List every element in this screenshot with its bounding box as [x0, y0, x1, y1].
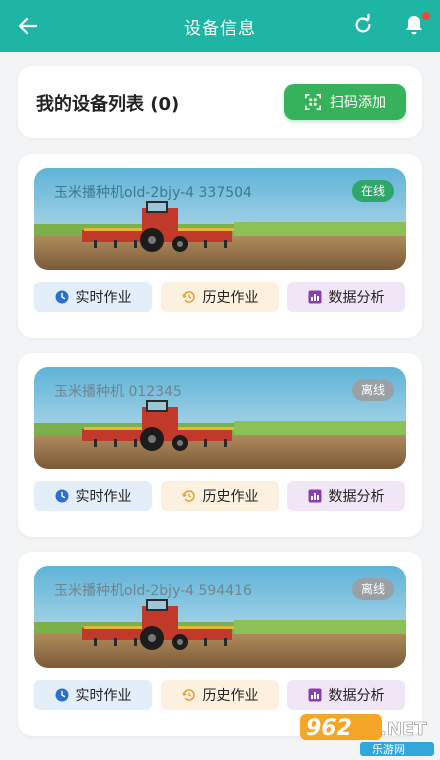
device-name: 玉米播种机old-2bjy-4 337504 [54, 185, 252, 201]
bar-chart-icon [308, 489, 321, 503]
realtime-work-label: 实时作业 [75, 688, 132, 704]
device-list-header: 我的设备列表 (0) 扫码添加 [18, 66, 422, 138]
refresh-icon[interactable] [352, 14, 374, 36]
history-icon [181, 291, 195, 303]
device-actions: 实时作业 历史作业 数据分析 [34, 481, 406, 511]
device-card[interactable]: 玉米播种机 012345 离线 实时作业 历史作业 数据分析 [18, 353, 422, 537]
svg-text:.NET: .NET [380, 719, 427, 740]
tractor-photo: 玉米播种机 012345 离线 [34, 367, 406, 469]
site-watermark-logo: 962 .NET 乐游网 [300, 714, 434, 756]
realtime-work-button[interactable]: 实时作业 [34, 481, 152, 511]
device-actions: 实时作业 历史作业 数据分析 [34, 680, 406, 710]
device-actions: 实时作业 历史作业 数据分析 [34, 282, 406, 312]
data-analysis-label: 数据分析 [328, 489, 385, 505]
realtime-work-label: 实时作业 [75, 290, 132, 306]
data-analysis-label: 数据分析 [328, 688, 385, 704]
bar-chart-icon [308, 688, 321, 702]
scan-icon [304, 93, 322, 111]
history-work-label: 历史作业 [202, 489, 259, 505]
page-title: 设备信息 [184, 19, 256, 39]
realtime-work-button[interactable]: 实时作业 [34, 282, 152, 312]
tractor-photo: 玉米播种机old-2bjy-4 594416 离线 [34, 566, 406, 668]
device-card[interactable]: 玉米播种机old-2bjy-4 594416 离线 实时作业 历史作业 数据分析 [18, 552, 422, 736]
scan-add-label: 扫码添加 [330, 95, 386, 111]
status-badge: 在线 [351, 180, 394, 202]
history-work-button[interactable]: 历史作业 [161, 282, 279, 312]
status-badge: 离线 [351, 379, 394, 401]
bar-chart-icon [308, 290, 321, 304]
svg-text:乐游网: 乐游网 [372, 743, 405, 756]
device-list-title: 我的设备列表 (0) [36, 94, 180, 115]
status-badge: 离线 [351, 578, 394, 600]
realtime-work-button[interactable]: 实时作业 [34, 680, 152, 710]
history-work-label: 历史作业 [202, 688, 259, 704]
history-work-label: 历史作业 [202, 290, 259, 306]
clock-icon [55, 688, 68, 702]
clock-icon [55, 489, 68, 503]
data-analysis-button[interactable]: 数据分析 [287, 282, 405, 312]
data-analysis-button[interactable]: 数据分析 [287, 680, 405, 710]
device-name: 玉米播种机 012345 [54, 384, 182, 400]
clock-icon [55, 290, 68, 304]
data-analysis-label: 数据分析 [328, 290, 385, 306]
history-icon [181, 689, 195, 701]
history-work-button[interactable]: 历史作业 [161, 481, 279, 511]
history-icon [181, 490, 195, 502]
device-card[interactable]: 玉米播种机old-2bjy-4 337504 在线 实时作业 历史作业 数据分析 [18, 154, 422, 338]
data-analysis-button[interactable]: 数据分析 [287, 481, 405, 511]
top-bar: 设备信息 [0, 0, 440, 52]
svg-text:962: 962 [306, 716, 352, 741]
scan-add-button[interactable]: 扫码添加 [284, 84, 406, 120]
tractor-photo: 玉米播种机old-2bjy-4 337504 在线 [34, 168, 406, 270]
device-name: 玉米播种机old-2bjy-4 594416 [54, 583, 252, 599]
notification-dot [422, 12, 430, 20]
realtime-work-label: 实时作业 [75, 489, 132, 505]
history-work-button[interactable]: 历史作业 [161, 680, 279, 710]
